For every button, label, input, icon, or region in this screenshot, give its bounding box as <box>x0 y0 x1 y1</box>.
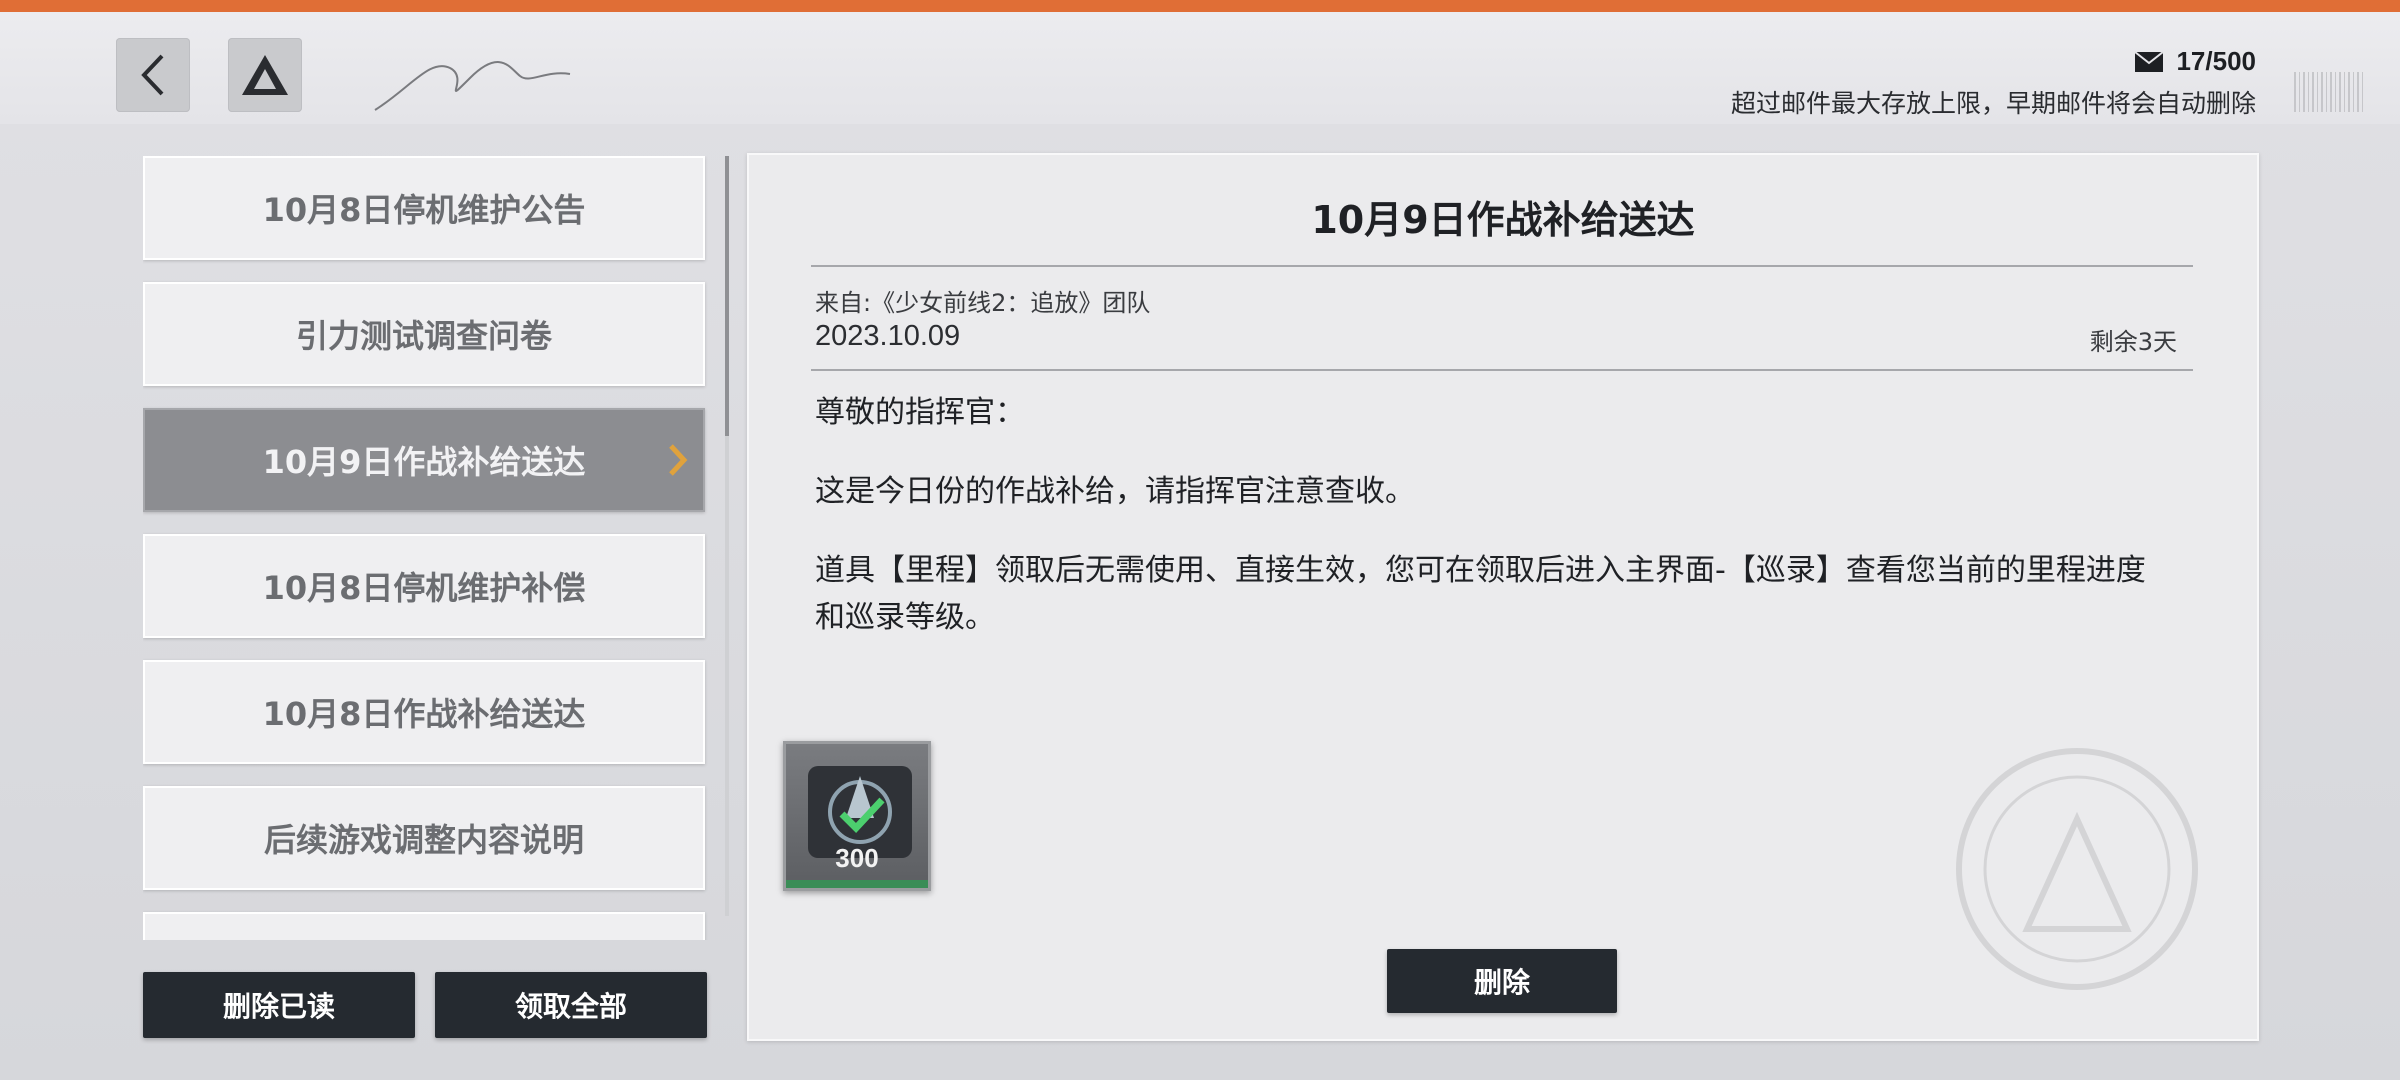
mail-item-title: 10月8日作战补给送达 <box>262 695 586 733</box>
mail-body: 尊敬的指挥官： 这是今日份的作战补给，请指挥官注意查收。 道具【里程】领取后无需… <box>815 389 2175 673</box>
scrollbar-thumb[interactable] <box>725 156 729 436</box>
signature-decoration <box>374 61 571 111</box>
mail-list-item-selected[interactable]: 10月9日作战补给送达 <box>143 408 705 512</box>
divider <box>811 369 2193 371</box>
mail-list-item[interactable]: 10月8日作战补给送达 <box>143 660 705 764</box>
mail-title: 10月9日作战补给送达 <box>1311 198 1695 242</box>
mail-item-title: 10月8日停机维护补偿 <box>262 569 586 607</box>
reward-rarity-bar <box>786 880 928 888</box>
app-logo-button[interactable] <box>228 38 302 112</box>
mail-remaining: 剩余3天 <box>2089 328 2177 356</box>
mail-sender: 来自:《少女前线2：追放》团队 <box>815 289 1151 317</box>
chevron-left-icon <box>141 54 164 96</box>
divider <box>811 265 2193 267</box>
mail-list-item[interactable]: 引力测试调查问卷 <box>143 282 705 386</box>
header-bar: 17/500 超过邮件最大存放上限，早期邮件将会自动删除 <box>0 12 2400 124</box>
delete-mail-button[interactable]: 删除 <box>1387 949 1617 1013</box>
mail-greeting: 尊敬的指挥官： <box>815 395 1025 430</box>
mail-detail-panel: 10月9日作战补给送达 来自:《少女前线2：追放》团队 2023.10.09 剩… <box>747 153 2259 1041</box>
claim-all-button[interactable]: 领取全部 <box>435 972 707 1038</box>
mail-count-text: 17/500 <box>2176 46 2256 76</box>
mail-list-item[interactable]: 10月8日停机维护补偿 <box>143 534 705 638</box>
barcode-decoration <box>2294 72 2364 112</box>
mail-paragraph: 道具【里程】领取后无需使用、直接生效，您可在领取后进入主界面-【巡录】查看您当前… <box>815 553 2146 635</box>
envelope-icon <box>2134 50 2165 72</box>
mail-item-title: 10月9日作战补给送达 <box>262 443 586 481</box>
reward-count: 300 <box>835 843 879 873</box>
reward-item[interactable]: 300 <box>783 741 931 891</box>
top-accent-bar <box>0 0 2400 12</box>
mail-limit-notice: 超过邮件最大存放上限，早期邮件将会自动删除 <box>1730 89 2256 118</box>
mail-counter: 17/500 <box>2134 46 2256 77</box>
mail-list: 10月8日停机维护公告 引力测试调查问卷 10月9日作战补给送达 10月8日停机… <box>143 156 709 940</box>
stamp-watermark <box>1956 748 2198 990</box>
mail-screen: 17/500 超过邮件最大存放上限，早期邮件将会自动删除 10月8日停机维护公告… <box>0 0 2400 1080</box>
triangle-logo-icon <box>242 55 288 95</box>
delete-read-button[interactable]: 删除已读 <box>143 972 415 1038</box>
back-button[interactable] <box>116 38 190 112</box>
mail-item-title: 引力测试调查问卷 <box>295 317 552 355</box>
mail-item-title: 10月8日停机维护公告 <box>262 191 586 229</box>
mail-paragraph: 这是今日份的作战补给，请指挥官注意查收。 <box>815 474 1415 509</box>
mail-list-item[interactable]: 后续游戏调整内容说明 <box>143 786 705 890</box>
mail-date: 2023.10.09 <box>815 320 961 352</box>
mail-list-scrollbar[interactable] <box>725 156 729 916</box>
mail-list-item-partial[interactable] <box>143 912 705 940</box>
mail-list-item[interactable]: 10月8日停机维护公告 <box>143 156 705 260</box>
chevron-right-icon <box>669 444 688 476</box>
mail-item-title: 后续游戏调整内容说明 <box>263 821 584 859</box>
